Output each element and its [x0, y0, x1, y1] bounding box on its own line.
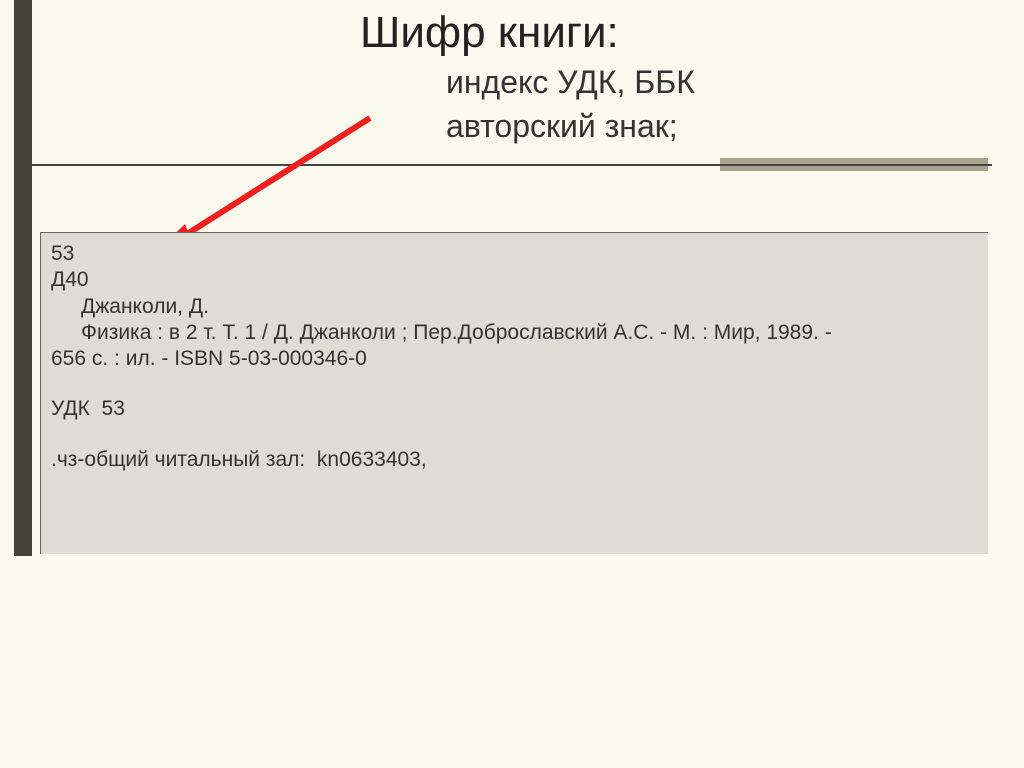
- record-udk: УДК 53: [51, 396, 978, 422]
- subtitle-2: авторский знак;: [446, 106, 960, 146]
- page-title: Шифр книги:: [360, 8, 960, 58]
- record-call-number-2: Д40: [51, 267, 978, 293]
- record-description-2: 656 с. : ил. - ISBN 5-03-000346-0: [51, 346, 978, 372]
- record-description-1: Физика : в 2 т. Т. 1 / Д. Джанколи ; Пер…: [51, 320, 978, 346]
- record-location: .чз-общий читальный зал: kn0633403,: [51, 447, 978, 473]
- catalog-record-panel: 53 Д40 Джанколи, Д. Физика : в 2 т. Т. 1…: [40, 232, 988, 554]
- left-accent-bar: [14, 0, 32, 556]
- subtitle-1: индекс УДК, ББК: [446, 62, 960, 102]
- title-block: Шифр книги: индекс УДК, ББК авторский зн…: [360, 8, 960, 146]
- record-author: Джанколи, Д.: [51, 294, 978, 320]
- record-call-number-1: 53: [51, 241, 978, 267]
- divider-line: [32, 164, 992, 166]
